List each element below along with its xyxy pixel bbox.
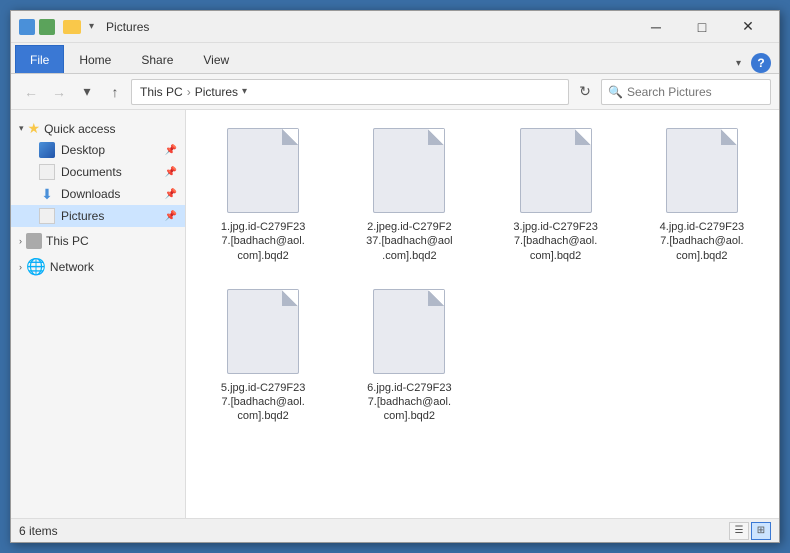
quick-access-label: Quick access [44, 122, 115, 136]
view-buttons: ☰ ⊞ [729, 522, 771, 540]
file-name-1: 1.jpg.id-C279F237.[badhach@aol.com].bqd2 [221, 220, 305, 263]
sidebar-quick-access-header[interactable]: ▾ ★ Quick access [11, 118, 185, 139]
sidebar-item-pictures-label: Pictures [61, 209, 104, 223]
downloads-icon: ⬇ [39, 186, 55, 202]
file-name-5: 5.jpg.id-C279F237.[badhach@aol.com].bqd2 [221, 381, 305, 424]
grid-view-button[interactable]: ⊞ [751, 522, 771, 540]
path-separator-1: › [187, 85, 191, 99]
search-icon: 🔍 [608, 85, 623, 99]
sidebar: ▾ ★ Quick access Desktop 📌 Documents 📌 ⬇… [11, 110, 186, 518]
list-item[interactable]: 6.jpg.id-C279F237.[badhach@aol.com].bqd2 [340, 279, 478, 432]
file-grid: 1.jpg.id-C279F237.[badhach@aol.com].bqd2… [194, 118, 771, 432]
list-item[interactable]: 1.jpg.id-C279F237.[badhach@aol.com].bqd2 [194, 118, 332, 271]
sidebar-section-this-pc: › This PC [11, 231, 185, 251]
documents-icon [39, 164, 55, 180]
sidebar-item-downloads-label: Downloads [61, 187, 120, 201]
sidebar-item-documents-label: Documents [61, 165, 122, 179]
file-icon-4 [662, 126, 742, 216]
network-icon: 🌐 [26, 257, 46, 277]
file-name-6: 6.jpg.id-C279F237.[badhach@aol.com].bqd2 [367, 381, 451, 424]
tab-view[interactable]: View [188, 45, 244, 73]
status-bar: 6 items ☰ ⊞ [11, 518, 779, 542]
address-path[interactable]: This PC › Pictures ▾ [131, 79, 569, 105]
file-name-3: 3.jpg.id-C279F237.[badhach@aol.com].bqd2 [513, 220, 597, 263]
app-icon-1 [19, 19, 35, 35]
close-button[interactable]: ✕ [725, 11, 771, 43]
file-area: 1.jpg.id-C279F237.[badhach@aol.com].bqd2… [186, 110, 779, 518]
file-icon-2 [369, 126, 449, 216]
quick-access-chevron-icon: ▾ [19, 123, 24, 134]
this-pc-label: This PC [46, 234, 89, 248]
list-item[interactable]: 4.jpg.id-C279F237.[badhach@aol.com].bqd2 [633, 118, 771, 271]
pin-icon-desktop: 📌 [165, 145, 177, 156]
up-button[interactable]: ↑ [103, 80, 127, 104]
pin-icon-downloads: 📌 [165, 189, 177, 200]
list-item[interactable]: 3.jpg.id-C279F237.[badhach@aol.com].bqd2 [487, 118, 625, 271]
quick-access-star-icon: ★ [28, 120, 41, 137]
sidebar-item-desktop-label: Desktop [61, 143, 105, 157]
search-input[interactable] [627, 85, 764, 99]
tab-home[interactable]: Home [64, 45, 126, 73]
pin-icon-pictures: 📌 [165, 211, 177, 222]
sidebar-this-pc-header[interactable]: › This PC [11, 231, 185, 251]
sidebar-item-downloads[interactable]: ⬇ Downloads 📌 [11, 183, 185, 205]
ribbon-right: ▾ ? [730, 53, 775, 73]
ribbon-collapse-button[interactable]: ▾ [730, 54, 747, 73]
ribbon: File Home Share View ▾ ? [11, 43, 779, 74]
window-title: Pictures [106, 20, 633, 34]
path-dropdown-arrow[interactable]: ▾ [242, 86, 247, 97]
sidebar-item-pictures[interactable]: Pictures 📌 [11, 205, 185, 227]
this-pc-chevron-icon: › [19, 236, 22, 246]
address-bar: ← → ▾ ↑ This PC › Pictures ▾ ↻ 🔍 [11, 74, 779, 110]
network-chevron-icon: › [19, 262, 22, 272]
this-pc-icon [26, 233, 42, 249]
file-icon-5 [223, 287, 303, 377]
main-content: ▾ ★ Quick access Desktop 📌 Documents 📌 ⬇… [11, 110, 779, 518]
refresh-button[interactable]: ↻ [573, 80, 597, 104]
list-view-button[interactable]: ☰ [729, 522, 749, 540]
search-box[interactable]: 🔍 [601, 79, 771, 105]
file-name-4: 4.jpg.id-C279F237.[badhach@aol.com].bqd2 [660, 220, 744, 263]
pin-icon-documents: 📌 [165, 167, 177, 178]
app-icon-folder [63, 20, 81, 34]
item-count: 6 items [19, 524, 58, 538]
list-item[interactable]: 5.jpg.id-C279F237.[badhach@aol.com].bqd2 [194, 279, 332, 432]
sidebar-section-network: › 🌐 Network [11, 255, 185, 279]
help-button[interactable]: ? [751, 53, 771, 73]
network-label: Network [50, 260, 94, 274]
tab-share[interactable]: Share [126, 45, 188, 73]
list-item[interactable]: 2.jpeg.id-C279F237.[badhach@aol.com].bqd… [340, 118, 478, 271]
file-icon-6 [369, 287, 449, 377]
sidebar-item-desktop[interactable]: Desktop 📌 [11, 139, 185, 161]
desktop-icon [39, 142, 55, 158]
title-bar-dropdown-arrow[interactable]: ▾ [89, 21, 94, 32]
tab-file[interactable]: File [15, 45, 64, 73]
file-icon-1 [223, 126, 303, 216]
path-pictures: Pictures [195, 85, 238, 99]
file-name-2: 2.jpeg.id-C279F237.[badhach@aol.com].bqd… [366, 220, 452, 263]
file-icon-3 [516, 126, 596, 216]
forward-button[interactable]: → [47, 80, 71, 104]
path-this-pc: This PC [140, 85, 183, 99]
window-controls: ─ □ ✕ [633, 11, 771, 43]
title-bar-icons: ▾ [19, 19, 98, 35]
title-bar: ▾ Pictures ─ □ ✕ [11, 11, 779, 43]
sidebar-network-header[interactable]: › 🌐 Network [11, 255, 185, 279]
sidebar-item-documents[interactable]: Documents 📌 [11, 161, 185, 183]
back-button[interactable]: ← [19, 80, 43, 104]
minimize-button[interactable]: ─ [633, 11, 679, 43]
app-icon-2 [39, 19, 55, 35]
ribbon-tab-bar: File Home Share View ▾ ? [11, 43, 779, 73]
dropdown-button[interactable]: ▾ [75, 80, 99, 104]
sidebar-section-quick-access: ▾ ★ Quick access Desktop 📌 Documents 📌 ⬇… [11, 118, 185, 227]
explorer-window: ▾ Pictures ─ □ ✕ File Home Share View ▾ … [10, 10, 780, 543]
maximize-button[interactable]: □ [679, 11, 725, 43]
pictures-icon [39, 208, 55, 224]
